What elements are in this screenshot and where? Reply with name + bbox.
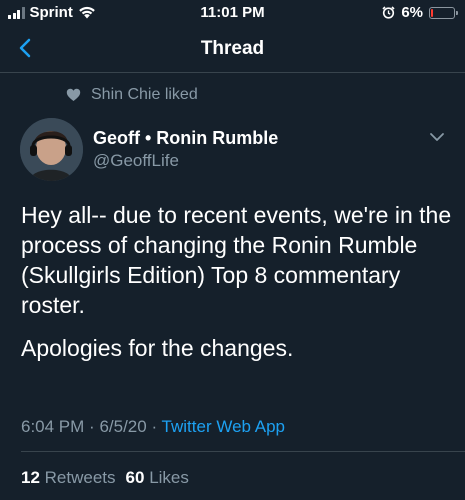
tweet-text: Hey all-- due to recent events, we're in… <box>21 200 453 376</box>
heart-icon <box>66 88 81 101</box>
likes-stat[interactable]: 60 Likes <box>126 468 189 488</box>
battery-icon <box>429 6 458 19</box>
tweet-source-link[interactable]: Twitter Web App <box>162 417 285 436</box>
social-context: Shin Chie liked <box>66 86 198 104</box>
alarm-icon <box>382 6 395 19</box>
tweet-time: 6:04 PM <box>21 417 85 436</box>
avatar-image <box>20 118 83 181</box>
divider <box>21 451 465 452</box>
retweets-stat[interactable]: 12 Retweets <box>21 468 116 488</box>
navigation-bar: Thread <box>0 26 465 73</box>
tweet-stats: 12 Retweets 60 Likes <box>21 468 189 488</box>
status-bar-right: 6% <box>382 4 458 21</box>
battery-level <box>431 8 434 17</box>
retweets-count: 12 <box>21 468 40 487</box>
tweet-date: 6/5/20 <box>99 417 147 436</box>
author-name[interactable]: Geoff • Ronin Rumble <box>93 128 278 149</box>
retweets-label: Retweets <box>44 468 116 487</box>
chevron-down-icon[interactable] <box>428 130 446 144</box>
tweet-meta: 6:04 PM · 6/5/20 · Twitter Web App <box>21 417 285 437</box>
likes-label: Likes <box>149 468 189 487</box>
avatar[interactable] <box>20 118 83 181</box>
status-bar: Sprint 11:01 PM 6% <box>0 0 465 26</box>
social-context-label: Shin Chie liked <box>91 86 198 103</box>
likes-count: 60 <box>125 468 145 487</box>
meta-separator: · <box>89 417 95 436</box>
meta-separator: · <box>151 417 158 436</box>
tweet-paragraph: Apologies for the changes. <box>21 335 294 361</box>
tweet-paragraph: Hey all-- due to recent events, we're in… <box>21 202 452 318</box>
author-handle[interactable]: @GeoffLife <box>93 151 179 171</box>
page-title: Thread <box>200 38 265 59</box>
battery-percent: 6% <box>401 4 423 21</box>
